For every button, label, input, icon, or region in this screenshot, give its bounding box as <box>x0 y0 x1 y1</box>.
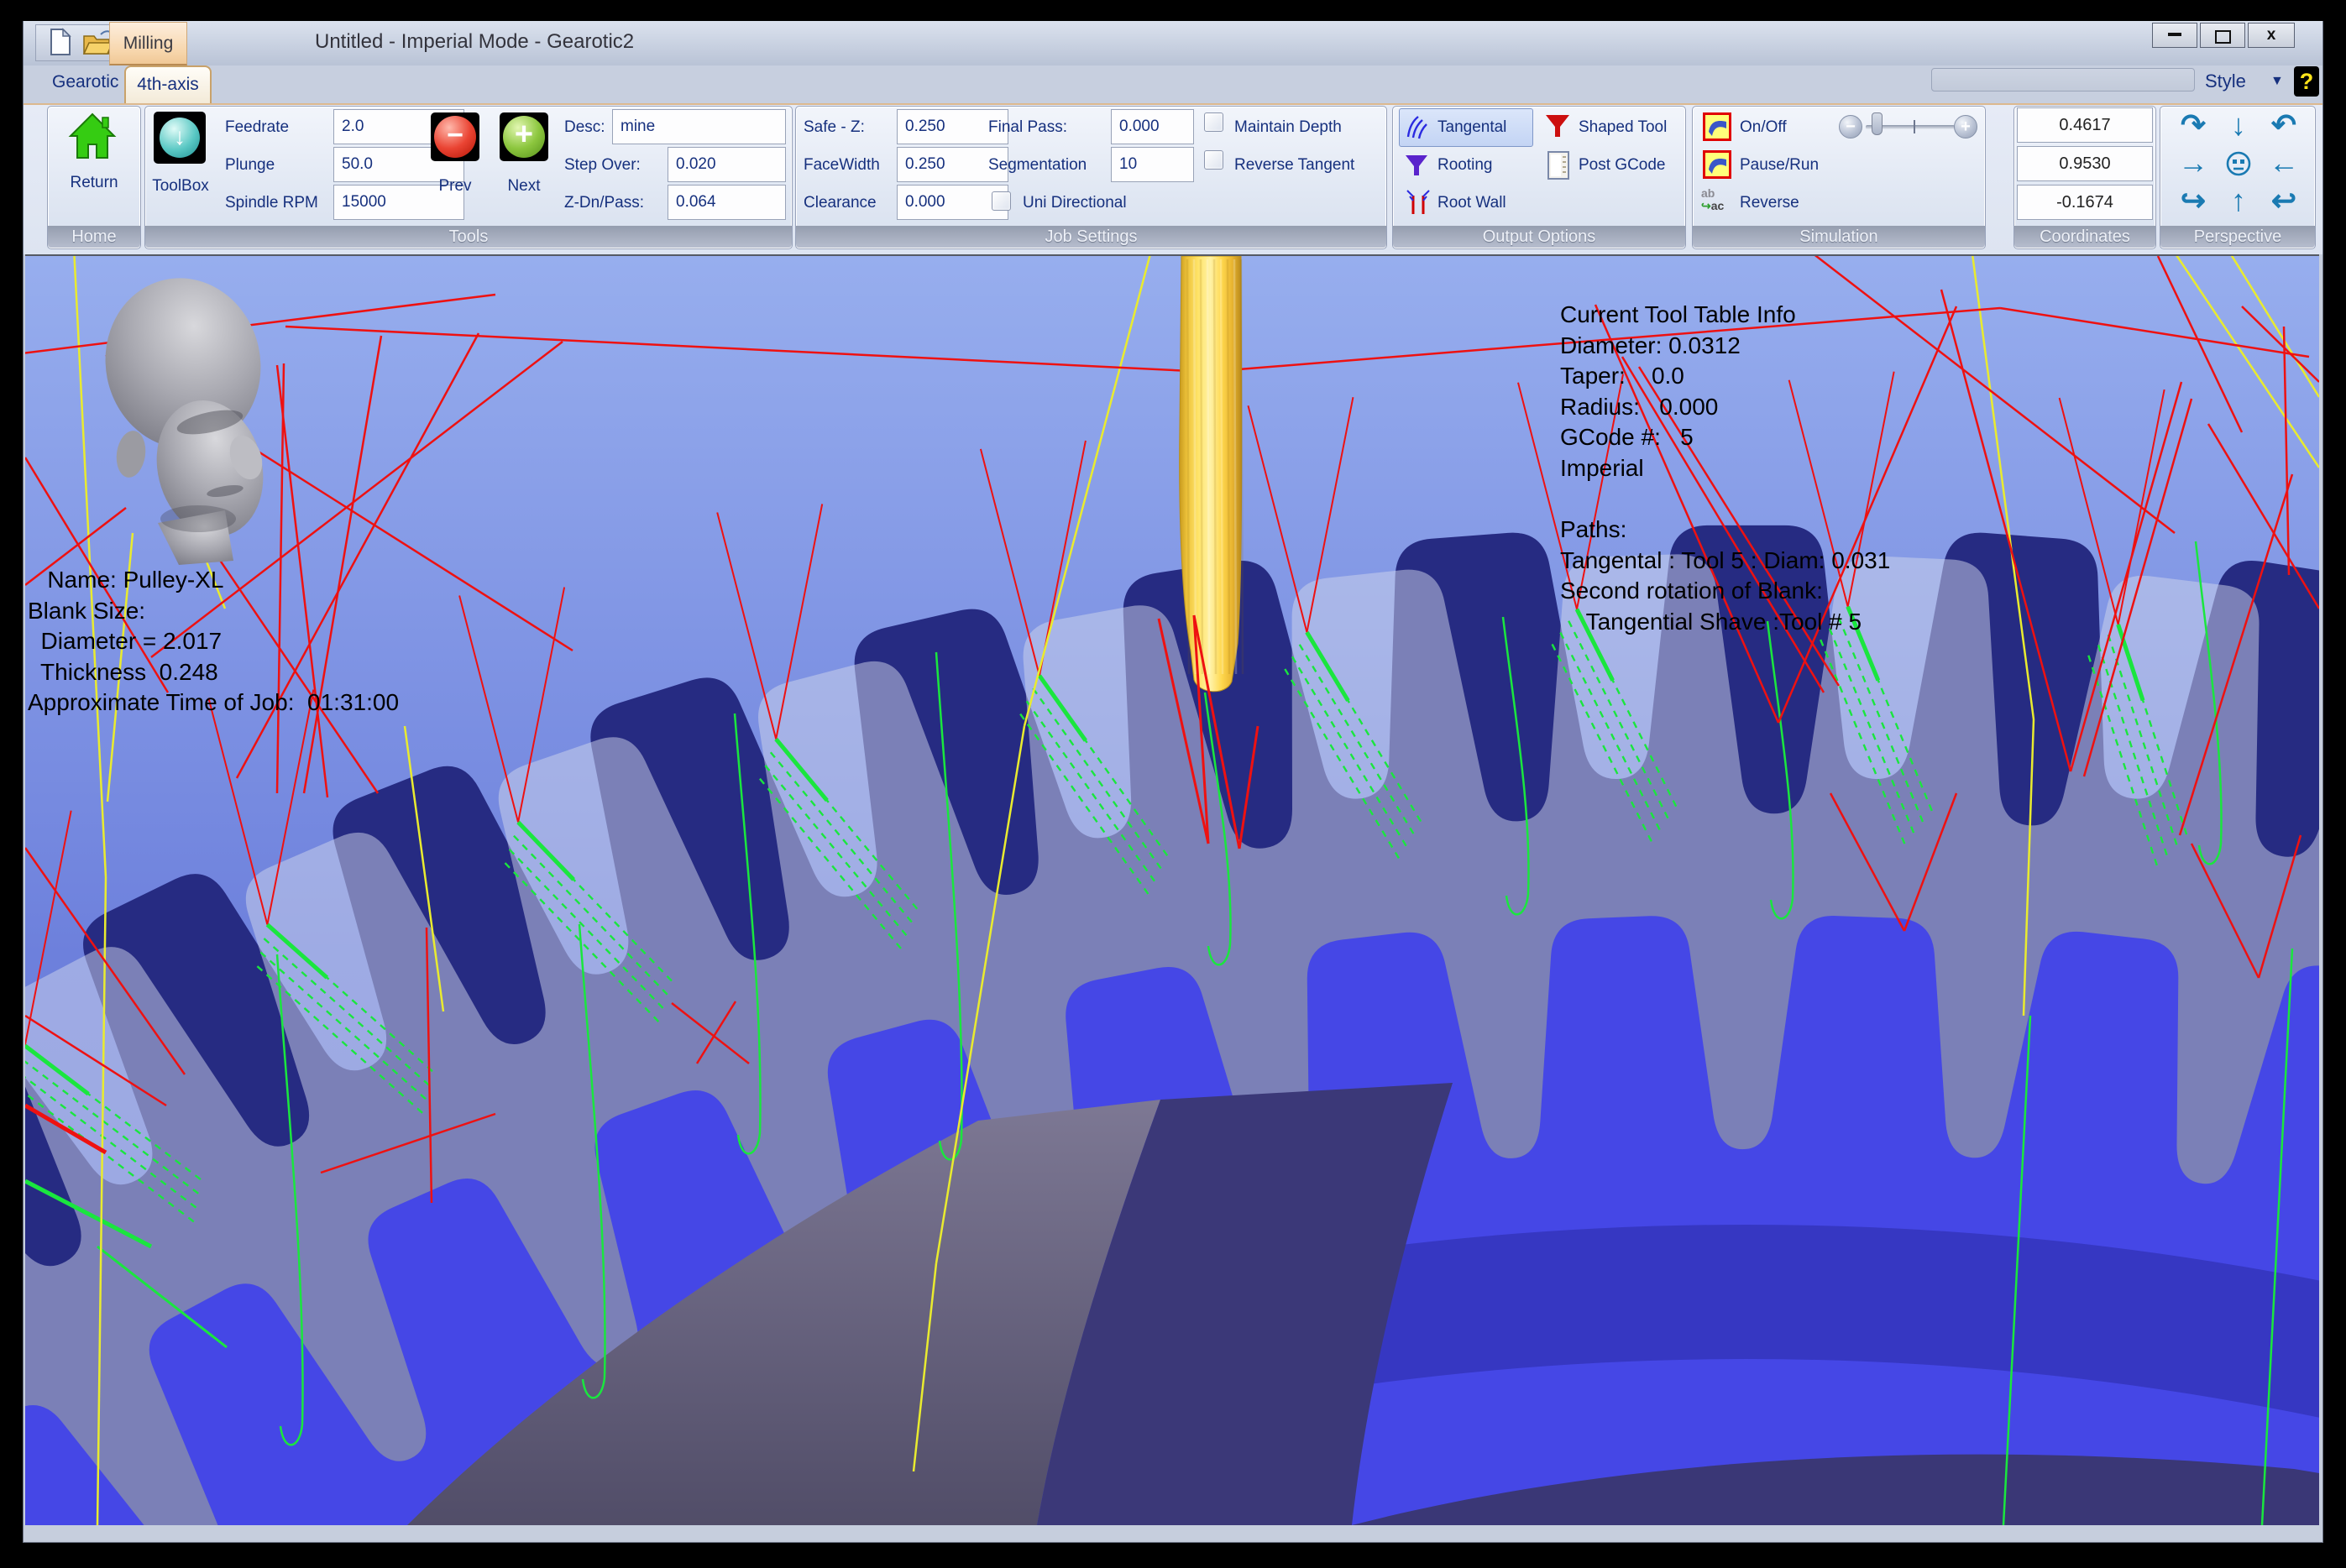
maximize-button[interactable] <box>2200 23 2245 48</box>
sim-reverse[interactable]: Reverse <box>1740 194 1799 212</box>
tilt-left-icon[interactable]: ↩ <box>2262 183 2306 220</box>
zdnpass-label: Z-Dn/Pass: <box>564 194 644 212</box>
toolbox-icon: ↓ <box>160 118 200 158</box>
group-sim-label: Simulation <box>1693 226 1985 248</box>
rooting-icon <box>1403 152 1430 179</box>
view-up-icon[interactable]: ↑ <box>2217 183 2260 220</box>
root-wall-icon <box>1405 189 1432 216</box>
sim-speed-tick <box>1914 120 1915 133</box>
toolbox-label: ToolBox <box>141 177 220 196</box>
prev-tool-button[interactable]: − <box>431 112 479 161</box>
rooting-option[interactable]: Rooting <box>1437 156 1493 175</box>
group-output-label: Output Options <box>1393 226 1685 248</box>
new-file-icon[interactable] <box>46 28 73 56</box>
tool-table-overlay: Current Tool Table Info Diameter: 0.0312… <box>1560 300 1890 638</box>
group-job-label: Job Settings <box>796 226 1386 248</box>
sim-pauserun-icon <box>1703 150 1731 179</box>
maintain-depth-checkbox[interactable] <box>1204 112 1223 132</box>
tab-gearotic[interactable]: Gearotic <box>52 72 118 92</box>
tilt-right-icon[interactable]: ↪ <box>2171 183 2215 220</box>
close-button[interactable]: x <box>2248 23 2295 48</box>
minimize-button[interactable] <box>2152 23 2197 48</box>
maintain-depth-label: Maintain Depth <box>1234 118 1342 137</box>
sim-speed-handle[interactable] <box>1872 112 1883 135</box>
next-label: Next <box>493 177 555 196</box>
3d-viewport[interactable]: Name: Pulley-XL Blank Size: Diameter = 2… <box>25 254 2319 1525</box>
sim-onoff[interactable]: On/Off <box>1740 118 1787 137</box>
desc-label: Desc: <box>564 118 605 137</box>
group-tools-label: Tools <box>145 226 792 248</box>
front-view-icon[interactable] <box>2217 145 2260 182</box>
tab-4th-axis[interactable]: 4th-axis <box>124 65 212 103</box>
finalpass-label: Final Pass: <box>988 118 1067 137</box>
unidirectional-checkbox[interactable] <box>992 191 1011 211</box>
window-title: Untitled - Imperial Mode - Gearotic2 <box>315 30 634 54</box>
sim-reverse-icon: ab↪ac <box>1701 187 1735 219</box>
gear-scene <box>25 256 2319 1525</box>
sim-speed-plus[interactable]: + <box>1954 115 1977 139</box>
facewidth-label: FaceWidth <box>804 156 880 175</box>
tangental-icon <box>1405 113 1432 140</box>
group-persp-label: Perspective <box>2160 226 2315 248</box>
shaped-tool-icon <box>1543 112 1572 140</box>
root-wall-option[interactable]: Root Wall <box>1437 194 1506 212</box>
view-left-icon[interactable]: ← <box>2262 145 2306 182</box>
segmentation-field[interactable]: 10 <box>1111 147 1194 182</box>
tab-milling[interactable]: Milling <box>109 22 187 65</box>
sim-speed-minus[interactable]: − <box>1839 115 1862 139</box>
sim-pauserun[interactable]: Pause/Run <box>1740 156 1819 175</box>
finalpass-field[interactable]: 0.000 <box>1111 109 1194 144</box>
next-tool-button[interactable]: + <box>500 112 548 161</box>
minus-icon: − <box>434 116 476 158</box>
post-gcode-icon <box>1547 150 1570 180</box>
view-right-icon[interactable]: → <box>2171 145 2215 182</box>
toolbox-button[interactable]: ↓ <box>154 112 206 164</box>
feedrate-label: Feedrate <box>225 118 289 137</box>
tangental-option[interactable]: Tangental <box>1437 118 1506 137</box>
zdnpass-field[interactable]: 0.064 <box>668 185 786 220</box>
shaped-tool-option[interactable]: Shaped Tool <box>1579 118 1667 137</box>
spindle-rpm-label: Spindle RPM <box>225 194 318 212</box>
return-button[interactable]: Return <box>47 174 141 192</box>
clearance-label: Clearance <box>804 194 877 212</box>
rotate-ccw-icon[interactable]: ↶ <box>2262 107 2306 144</box>
safez-label: Safe - Z: <box>804 118 865 137</box>
coord-x-value: 0.4617 <box>2017 107 2153 143</box>
reverse-tangent-label: Reverse Tangent <box>1234 156 1354 175</box>
stepover-label: Step Over: <box>564 156 641 175</box>
view-down-icon[interactable]: ↓ <box>2217 107 2260 144</box>
coord-y-value: 0.9530 <box>2017 146 2153 181</box>
coord-z-value: -0.1674 <box>2017 185 2153 220</box>
style-caret-icon[interactable]: ▼ <box>2270 74 2284 89</box>
desc-field[interactable]: mine <box>612 109 786 144</box>
unidirectional-label: Uni Directional <box>1023 194 1127 212</box>
plunge-label: Plunge <box>225 156 275 175</box>
group-coords-label: Coordinates <box>2014 226 2155 248</box>
reverse-tangent-checkbox[interactable] <box>1204 150 1223 170</box>
prev-label: Prev <box>424 177 486 196</box>
segmentation-label: Segmentation <box>988 156 1087 175</box>
sim-onoff-icon <box>1703 112 1731 141</box>
ribbon-blank-field <box>1931 68 2195 91</box>
stepover-field[interactable]: 0.020 <box>668 147 786 182</box>
style-menu[interactable]: Style <box>2205 71 2246 92</box>
return-home-icon[interactable] <box>67 111 118 161</box>
group-home-label: Home <box>48 226 140 248</box>
post-gcode-option[interactable]: Post GCode <box>1579 156 1666 175</box>
blank-info-overlay: Name: Pulley-XL Blank Size: Diameter = 2… <box>28 565 399 719</box>
help-button[interactable]: ? <box>2294 66 2319 97</box>
rotate-cw-icon[interactable]: ↷ <box>2171 107 2215 144</box>
plus-icon: + <box>503 116 545 158</box>
